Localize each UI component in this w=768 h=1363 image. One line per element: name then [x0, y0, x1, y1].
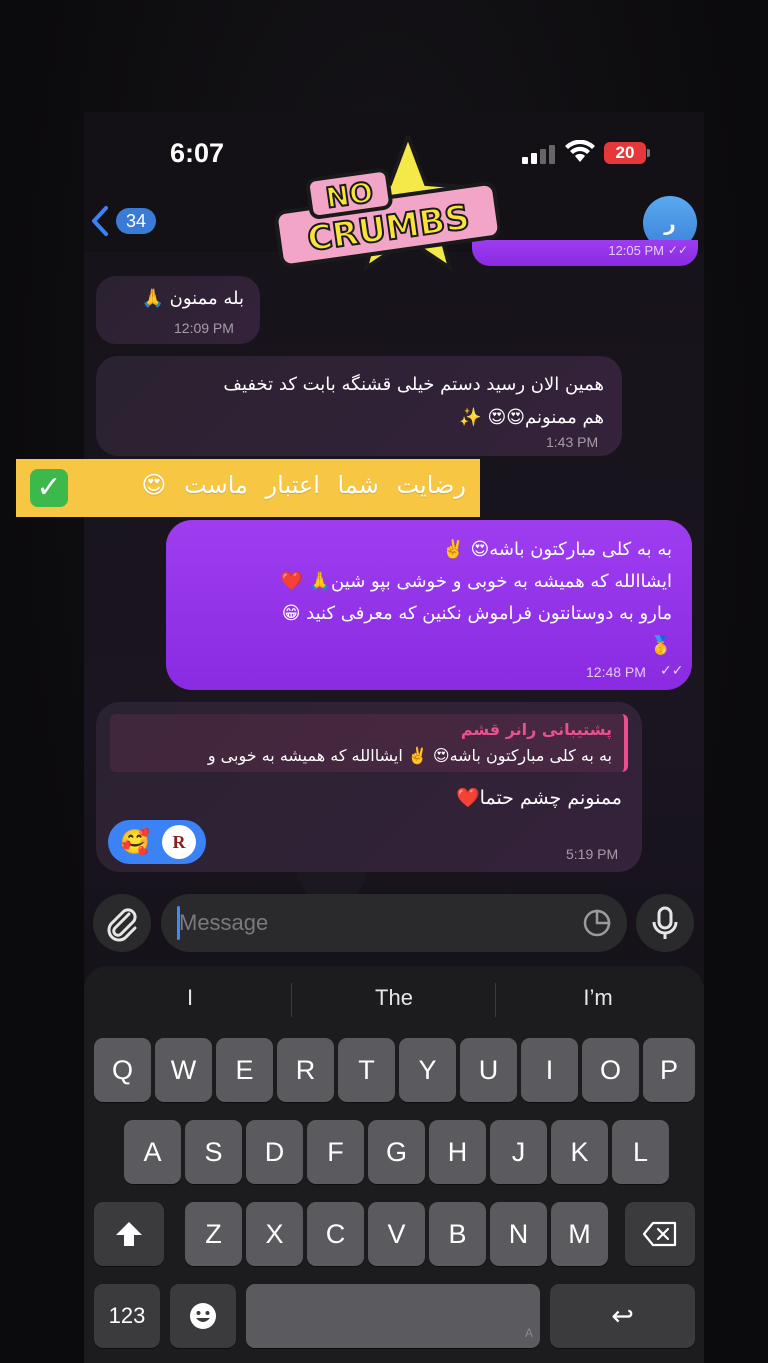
text-cursor: [177, 906, 180, 940]
message-time: 12:09 PM: [174, 320, 234, 336]
message-text-line: به به کلی مبارکتون باشه😍 ✌️: [442, 539, 672, 560]
reply-author: پشتیبانی رانر قشم: [460, 720, 612, 739]
emoji-icon: [190, 1303, 216, 1329]
key-h[interactable]: H: [429, 1120, 486, 1184]
paperclip-icon: [107, 908, 137, 942]
suggestion-2[interactable]: The: [324, 985, 464, 1011]
wifi-icon: [565, 140, 595, 162]
read-ticks-icon: ✓✓: [660, 663, 684, 679]
suggestion-1[interactable]: I: [120, 985, 260, 1011]
key-f[interactable]: F: [307, 1120, 364, 1184]
key-c[interactable]: C: [307, 1202, 364, 1266]
banner-text: رضایت شما اعتبار ماست 😍: [141, 471, 466, 499]
suggestion-divider: [291, 983, 292, 1017]
unread-count-badge: 34: [116, 208, 156, 234]
message-text-line: همین الان رسید دستم خیلی قشنگه بابت کد ت…: [223, 374, 604, 395]
shift-key[interactable]: [94, 1202, 164, 1266]
message-bubble-incoming[interactable]: همین الان رسید دستم خیلی قشنگه بابت کد ت…: [96, 356, 622, 456]
back-button[interactable]: 34: [90, 203, 160, 239]
message-time: 12:48 PM: [586, 664, 646, 680]
no-crumbs-sticker: NO CRUMBS: [274, 136, 500, 273]
numbers-key[interactable]: 123: [94, 1284, 160, 1348]
sticker-icon[interactable]: [582, 908, 612, 938]
reaction-pill[interactable]: 🥰 R: [108, 820, 206, 864]
message-time: 12:05 PM: [608, 243, 664, 258]
shift-arrow-icon: [116, 1222, 142, 1246]
key-r[interactable]: R: [277, 1038, 334, 1102]
key-z[interactable]: Z: [185, 1202, 242, 1266]
battery-tip: [647, 149, 650, 157]
message-bubble-incoming-reply[interactable]: پشتیبانی رانر قشم به به کلی مبارکتون باش…: [96, 702, 642, 872]
emoji-key[interactable]: [170, 1284, 236, 1348]
sticker-text-top: NO: [324, 176, 375, 215]
backspace-key[interactable]: [625, 1202, 695, 1266]
key-q[interactable]: Q: [94, 1038, 151, 1102]
reply-preview[interactable]: پشتیبانی رانر قشم به به کلی مبارکتون باش…: [110, 714, 628, 772]
key-g[interactable]: G: [368, 1120, 425, 1184]
key-n[interactable]: N: [490, 1202, 547, 1266]
message-time: 5:19 PM: [566, 846, 619, 862]
message-text-line: 🥇: [649, 635, 672, 656]
message-bubble-incoming[interactable]: بله ممنون 🙏 12:09 PM: [96, 276, 260, 344]
backspace-icon: [642, 1221, 677, 1247]
key-e[interactable]: E: [216, 1038, 273, 1102]
key-p[interactable]: P: [643, 1038, 695, 1102]
story-text-banner: رضایت شما اعتبار ماست 😍 ✓: [16, 459, 480, 517]
read-ticks-icon: ✓✓: [667, 243, 688, 257]
message-time: 1:43 PM: [546, 434, 599, 450]
key-u[interactable]: U: [460, 1038, 517, 1102]
space-hint: A: [525, 1326, 534, 1340]
status-time: 6:07: [170, 138, 225, 168]
message-text-line: ایشاالله که همیشه به خوبی و خوشی بپو شین…: [280, 571, 672, 592]
key-y[interactable]: Y: [399, 1038, 456, 1102]
message-text: بله ممنون 🙏: [141, 288, 244, 309]
message-bubble-outgoing-partial[interactable]: 12:05 PM ✓✓: [472, 240, 698, 266]
key-m[interactable]: M: [551, 1202, 608, 1266]
key-i[interactable]: I: [521, 1038, 578, 1102]
voice-record-button[interactable]: [636, 894, 694, 952]
key-o[interactable]: O: [582, 1038, 639, 1102]
message-text: ممنونم چشم حتما❤️: [456, 787, 622, 809]
battery-indicator: 20: [604, 142, 646, 164]
key-w[interactable]: W: [155, 1038, 212, 1102]
key-j[interactable]: J: [490, 1120, 547, 1184]
signal-icon: [522, 144, 556, 164]
space-key[interactable]: [246, 1284, 540, 1348]
key-s[interactable]: S: [185, 1120, 242, 1184]
key-a[interactable]: A: [124, 1120, 181, 1184]
reaction-emoji: 🥰: [120, 828, 150, 856]
check-mark-icon: ✓: [30, 469, 68, 507]
key-b[interactable]: B: [429, 1202, 486, 1266]
message-input[interactable]: [161, 894, 627, 952]
reply-quote: به به کلی مبارکتون باشه😍 ✌️ ایشاالله که …: [207, 746, 612, 765]
key-d[interactable]: D: [246, 1120, 303, 1184]
return-key[interactable]: ↩: [550, 1284, 695, 1348]
key-t[interactable]: T: [338, 1038, 395, 1102]
key-l[interactable]: L: [612, 1120, 669, 1184]
suggestion-3[interactable]: I’m: [528, 985, 668, 1011]
key-v[interactable]: V: [368, 1202, 425, 1266]
key-x[interactable]: X: [246, 1202, 303, 1266]
message-text-line: مارو به دوستانتون فراموش نکنین که معرفی …: [281, 603, 672, 624]
microphone-icon: [652, 906, 678, 939]
message-text-line: هم ممنونم😍😍 ✨: [459, 407, 604, 428]
attach-button[interactable]: [93, 894, 151, 952]
chevron-left-icon: [92, 206, 108, 236]
reaction-avatar: R: [162, 825, 196, 859]
suggestion-divider: [495, 983, 496, 1017]
message-bubble-outgoing[interactable]: به به کلی مبارکتون باشه😍 ✌️ ایشاالله که …: [166, 520, 692, 690]
key-k[interactable]: K: [551, 1120, 608, 1184]
